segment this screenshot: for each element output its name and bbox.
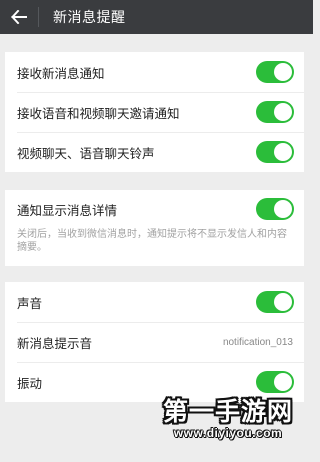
setting-label: 新消息提示音 bbox=[17, 335, 93, 351]
back-arrow-icon bbox=[11, 10, 27, 24]
toggle-knob bbox=[274, 200, 292, 218]
receive-new-messages-toggle[interactable] bbox=[256, 61, 294, 83]
setting-row-show-details[interactable]: 通知显示消息详情 bbox=[5, 190, 304, 228]
toggle-knob bbox=[274, 103, 292, 121]
site-watermark: 第一手游网 www.diyiyou.com bbox=[158, 392, 298, 446]
setting-label: 声音 bbox=[17, 295, 43, 311]
setting-label: 通知显示消息详情 bbox=[17, 202, 118, 218]
setting-row-receive-new-messages[interactable]: 接收新消息通知 bbox=[5, 52, 304, 92]
sound-toggle[interactable] bbox=[256, 291, 294, 313]
top-toolbar: 新消息提醒 bbox=[0, 0, 313, 34]
toggle-knob bbox=[274, 373, 292, 391]
setting-row-sound[interactable]: 声音 bbox=[5, 282, 304, 322]
sound-settings-group: 声音 新消息提示音 notification_013 振动 bbox=[5, 282, 304, 402]
setting-row-notification-tone[interactable]: 新消息提示音 notification_013 bbox=[5, 322, 304, 362]
setting-description: 关闭后，当收到微信消息时，通知提示将不显示发信人和内容摘要。 bbox=[17, 229, 287, 253]
vibrate-toggle[interactable] bbox=[256, 371, 294, 393]
setting-label: 接收新消息通知 bbox=[17, 65, 105, 81]
toolbar-divider bbox=[38, 7, 39, 27]
toggle-knob bbox=[274, 293, 292, 311]
message-details-group: 通知显示消息详情 关闭后，当收到微信消息时，通知提示将不显示发信人和内容摘要。 bbox=[5, 190, 304, 266]
toggle-knob bbox=[274, 143, 292, 161]
watermark-url: www.diyiyou.com bbox=[173, 426, 283, 440]
setting-row-call-invitations[interactable]: 接收语音和视频聊天邀请通知 bbox=[5, 92, 304, 132]
show-details-toggle[interactable] bbox=[256, 198, 294, 220]
watermark-brand: 第一手游网 bbox=[162, 397, 293, 426]
page-title: 新消息提醒 bbox=[53, 10, 126, 26]
call-invitations-toggle[interactable] bbox=[256, 101, 294, 123]
back-button[interactable] bbox=[0, 0, 38, 34]
notification-settings-group: 接收新消息通知 接收语音和视频聊天邀请通知 视频聊天、语音聊天铃声 bbox=[5, 52, 304, 172]
setting-label: 视频聊天、语音聊天铃声 bbox=[17, 145, 155, 161]
toggle-knob bbox=[274, 63, 292, 81]
setting-row-call-ringtone[interactable]: 视频聊天、语音聊天铃声 bbox=[5, 132, 304, 172]
setting-label: 振动 bbox=[17, 375, 43, 391]
setting-label: 接收语音和视频聊天邀请通知 bbox=[17, 105, 180, 121]
notification-tone-value: notification_013 bbox=[222, 336, 293, 348]
call-ringtone-toggle[interactable] bbox=[256, 141, 294, 163]
